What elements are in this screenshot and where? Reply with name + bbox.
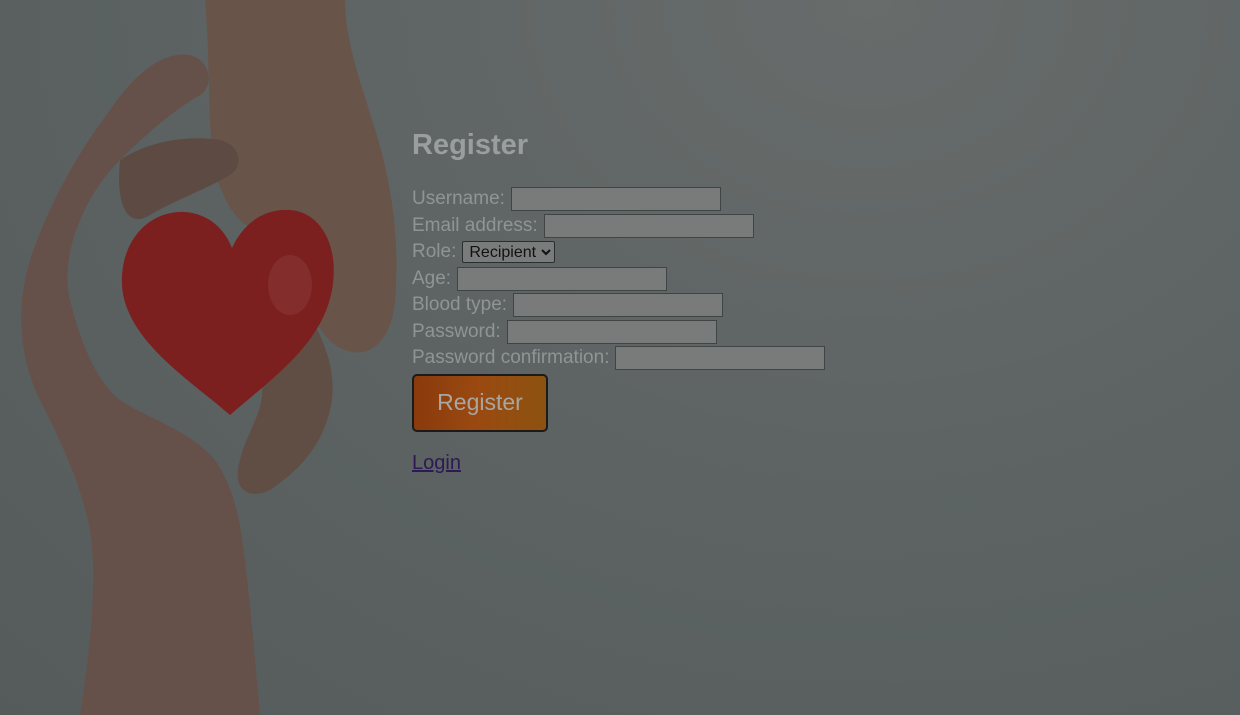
password-confirmation-row: Password confirmation: — [412, 345, 826, 372]
blood-type-input[interactable] — [513, 293, 724, 318]
password-row: Password: — [412, 319, 825, 346]
age-input[interactable] — [457, 266, 668, 291]
email-row: Email address: — [412, 213, 825, 240]
password-label: Password: — [412, 320, 501, 342]
email-input[interactable] — [543, 213, 754, 238]
page-title: Register — [412, 129, 529, 161]
register-form: Register Username: Email address: Role: … — [412, 128, 826, 477]
blood-type-label: Blood type: — [412, 294, 508, 316]
age-label: Age: — [412, 267, 452, 289]
role-label: Role: — [412, 241, 457, 263]
password-input[interactable] — [506, 319, 717, 344]
blood-type-row: Blood type: — [412, 292, 825, 319]
email-label: Email address: — [412, 214, 538, 236]
register-button[interactable]: Register — [412, 373, 548, 432]
age-row: Age: — [412, 266, 825, 293]
username-label: Username: — [412, 188, 505, 210]
password-confirmation-label: Password confirmation: — [412, 347, 610, 369]
username-row: Username: — [412, 186, 825, 213]
role-row: Role: Recipient — [412, 239, 825, 266]
password-confirmation-input[interactable] — [615, 346, 826, 371]
username-input[interactable] — [510, 187, 721, 212]
login-link[interactable]: Login — [412, 450, 461, 476]
role-select[interactable]: Recipient — [462, 241, 556, 264]
